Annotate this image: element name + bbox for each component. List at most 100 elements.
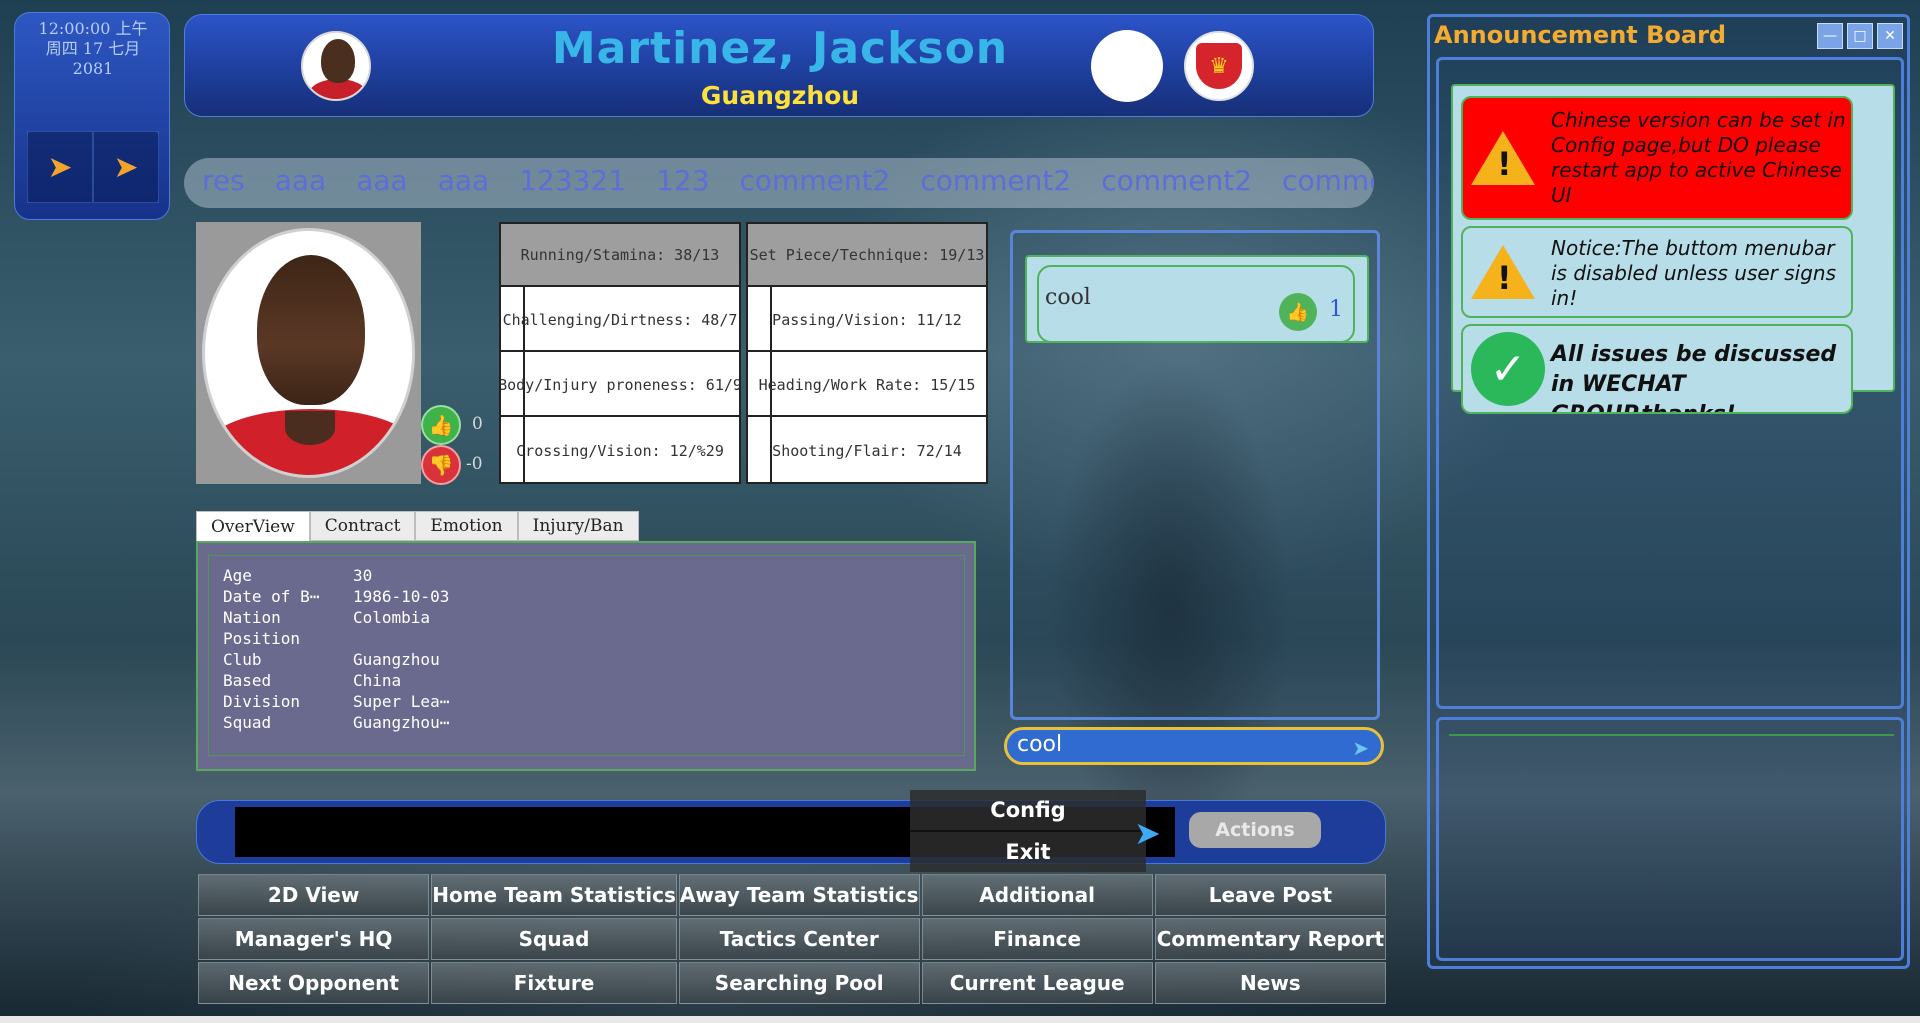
overview-label: Based — [223, 671, 272, 690]
maximize-icon[interactable]: □ — [1847, 23, 1873, 49]
ticker-item[interactable]: comment2 — [1101, 164, 1252, 197]
overview-row: Age 30 — [223, 566, 372, 585]
overview-row: Position — [223, 629, 353, 648]
menu-button-2d-view[interactable]: 2D View — [198, 874, 430, 916]
status-circle[interactable] — [1091, 30, 1163, 102]
main-menu-grid: 2D View Home Team Statistics Away Team Sta… — [198, 874, 1386, 1004]
ticker-item[interactable]: comment2 — [740, 164, 891, 197]
overview-label: Nation — [223, 608, 281, 627]
comment-input[interactable]: cool ➤ — [1004, 727, 1384, 765]
stat-cell: Body/Injury proneness: 61/9 — [501, 354, 739, 417]
menu-button-additional[interactable]: Additional — [921, 874, 1153, 916]
comment-input-value: cool — [1017, 732, 1063, 757]
go-arrow-icon[interactable]: ➤ — [1134, 814, 1161, 852]
ticker-item[interactable]: aaa — [275, 164, 326, 197]
menu-button-commentary-report[interactable]: Commentary Report — [1154, 918, 1386, 960]
stats-column-right: Set Piece/Technique: 19/13 Passing/Visio… — [746, 222, 988, 484]
warning-icon: ! — [1471, 131, 1535, 185]
menu-button-current-league[interactable]: Current League — [921, 962, 1153, 1004]
announcement-item: ✓ All issues be discussed in WECHAT GROU… — [1461, 324, 1853, 414]
menu-button-searching-pool[interactable]: Searching Pool — [678, 962, 920, 1004]
ticker-item[interactable]: aaa — [438, 164, 489, 197]
announcement-title: Announcement Board — [1434, 21, 1727, 49]
comment-like-count: 1 — [1329, 297, 1343, 322]
stat-cell: Set Piece/Technique: 19/13 — [748, 224, 986, 287]
ticker-item[interactable]: aaa — [356, 164, 407, 197]
comment-like-icon[interactable]: 👍 — [1279, 293, 1317, 331]
announcement-item: ! Chinese version can be set in Config p… — [1461, 96, 1853, 220]
announcement-panel: ! Chinese version can be set in Config p… — [1436, 57, 1904, 709]
ticker-item[interactable]: comment2 — [920, 164, 1071, 197]
warning-icon: ! — [1471, 245, 1535, 299]
dislike-count: -0 — [466, 454, 483, 474]
comment-panel: cool 👍 1 — [1010, 230, 1380, 720]
overview-label: Position — [223, 629, 301, 648]
stat-cell: Heading/Work Rate: 15/15 — [748, 354, 986, 417]
tab-overview[interactable]: OverView — [196, 511, 310, 542]
overview-value: 30 — [353, 566, 373, 585]
close-icon[interactable]: ✕ — [1877, 23, 1903, 49]
overview-row: Division Super Lea⋯ — [223, 692, 449, 711]
menu-item-config[interactable]: Config — [910, 790, 1146, 830]
overview-value: 1986-10-03 — [353, 587, 450, 606]
overview-list: Age 30 Date of B⋯ 1986-10-03 Nation Colombia P… — [208, 555, 965, 756]
menu-button-away-team-statistics[interactable]: Away Team Statistics — [678, 874, 920, 916]
clock-widget: 12:00:00 上午 周四 17 七月 2081 ➤ ➤ — [14, 12, 170, 220]
overview-row: Nation Colombia — [223, 608, 430, 627]
portrait-oval — [202, 228, 415, 478]
menu-button-manager-s-hq[interactable]: Manager's HQ — [198, 918, 430, 960]
menu-button-tactics-center[interactable]: Tactics Center — [678, 918, 920, 960]
stats-column-left: Running/Stamina: 38/13 Challenging/Dirtn… — [499, 222, 741, 484]
comment-item: cool 👍 1 — [1025, 255, 1369, 343]
clock-date: 周四 17 七月 — [45, 39, 141, 58]
announcement-item: ! Notice:The buttom menubar is disabled … — [1461, 226, 1853, 318]
announcement-secondary-panel — [1436, 717, 1904, 961]
stat-cell: Crossing/Vision: 12/%29 — [516, 441, 724, 460]
clock-text: 12:00:00 上午 周四 17 七月 2081 — [15, 19, 171, 79]
prev-arrow-icon[interactable]: ➤ — [27, 131, 93, 203]
actions-button[interactable]: Actions — [1189, 812, 1321, 848]
overview-value: China — [353, 671, 402, 690]
comment-ticker: res aaa aaa aaa 123321 123 comment2 comment2 com… — [184, 158, 1374, 208]
overview-row: Based China — [223, 671, 401, 690]
menu-button-news[interactable]: News — [1154, 962, 1386, 1004]
clock-time: 12:00:00 上午 — [38, 19, 148, 38]
menu-item-exit[interactable]: Exit — [910, 832, 1146, 872]
menu-button-leave-post[interactable]: Leave Post — [1154, 874, 1386, 916]
club-logo: ♛ — [1184, 31, 1254, 101]
ticker-item[interactable]: 123 — [656, 164, 709, 197]
ticker-item[interactable]: 123321 — [519, 164, 626, 197]
overview-value: Guangzhou — [353, 650, 440, 669]
tab-contract[interactable]: Contract — [309, 511, 416, 541]
announcement-text: Notice:The buttom menubar is disabled un… — [1551, 236, 1837, 310]
menu-button-squad[interactable]: Squad — [431, 918, 677, 960]
send-icon[interactable]: ➤ — [1352, 736, 1369, 760]
overview-label: Club — [223, 650, 262, 669]
minimize-icon[interactable]: — — [1817, 23, 1843, 49]
ticker-item[interactable]: comme — [1282, 164, 1374, 197]
overview-row: Squad Guangzhou⋯ — [223, 713, 449, 732]
overview-label: Squad — [223, 713, 272, 732]
thumbs-up-icon[interactable]: 👍 — [421, 405, 461, 445]
like-count: 0 — [472, 414, 483, 434]
ticker-item[interactable]: res — [202, 164, 245, 197]
comment-text: cool — [1045, 285, 1091, 310]
menu-button-fixture[interactable]: Fixture — [431, 962, 677, 1004]
overview-row: Date of B⋯ 1986-10-03 — [223, 587, 449, 606]
next-arrow-icon[interactable]: ➤ — [93, 131, 159, 203]
overview-panel: Age 30 Date of B⋯ 1986-10-03 Nation Colombia P… — [196, 541, 976, 771]
overview-label: Age — [223, 566, 252, 585]
menu-button-next-opponent[interactable]: Next Opponent — [198, 962, 430, 1004]
menu-button-home-team-statistics[interactable]: Home Team Statistics — [431, 874, 677, 916]
ticker-items: res aaa aaa aaa 123321 123 comment2 comment2 com… — [202, 164, 1374, 197]
tab-injury-ban[interactable]: Injury/Ban — [517, 511, 639, 541]
popup-menu: Config Exit — [910, 790, 1146, 872]
announcement-text: Chinese version can be set in Config pag… — [1551, 108, 1846, 207]
announcement-board: Announcement Board — □ ✕ ! Chinese versi… — [1427, 14, 1910, 969]
thumbs-down-icon[interactable]: 👎 — [421, 445, 461, 485]
tab-emotion[interactable]: Emotion — [415, 511, 518, 541]
overview-label: Division — [223, 692, 301, 711]
menu-button-finance[interactable]: Finance — [921, 918, 1153, 960]
overview-value: Colombia — [353, 608, 431, 627]
stat-cell: Passing/Vision: 11/12 — [748, 289, 986, 352]
